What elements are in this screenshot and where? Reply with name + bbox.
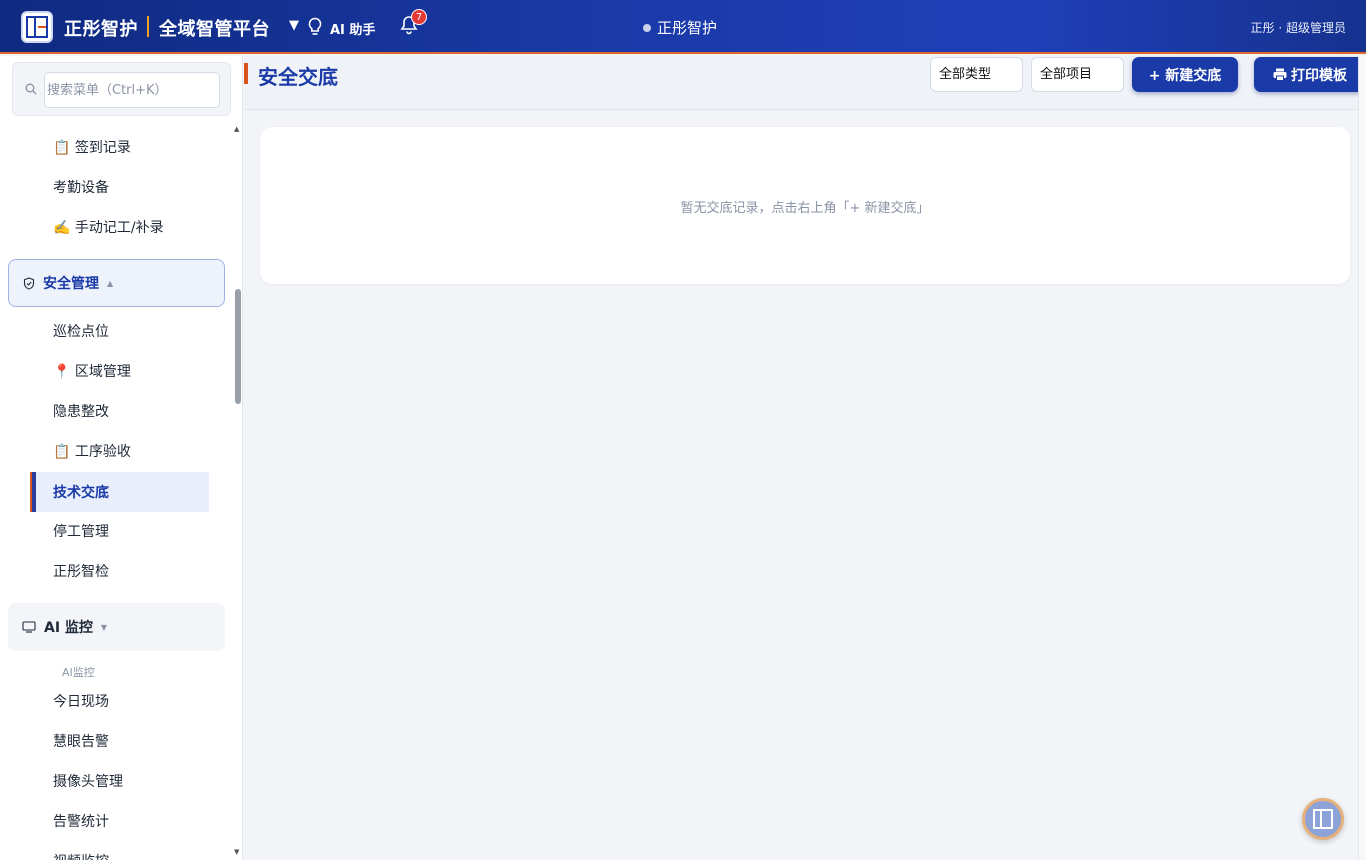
scrollbar-thumb[interactable]	[235, 289, 241, 404]
menu-search	[12, 62, 231, 116]
top-bar: 正彤智护 全域智管平台 ▼ AI 助手 7 正彤智护 正彤 · 超级管理员	[0, 0, 1366, 54]
center-title-text: 正彤智护	[657, 19, 718, 37]
sidebar-item-attendance-devices[interactable]: 考勤设备	[53, 178, 109, 198]
brand-name: 正彤智护	[64, 19, 138, 40]
search-input[interactable]	[44, 72, 220, 108]
sidebar-item-tech-briefing[interactable]: 技术交底	[32, 472, 209, 512]
sidebar-item-patrol-points[interactable]: 巡检点位	[53, 322, 109, 342]
empty-state-message: 暂无交底记录，点击右上角「+ 新建交底」	[680, 201, 930, 216]
sidebar-group-ai-monitor[interactable]: AI 监控 ▼	[8, 603, 225, 651]
print-template-label: 打印模板	[1291, 67, 1347, 84]
sidebar: 📋 签到记录 考勤设备 ✍️ 手动记工/补录 安全管理 ▲ 巡检点位 📍 区域管…	[0, 56, 243, 860]
print-template-button[interactable]: 打印模板	[1254, 57, 1366, 92]
notification-badge: 7	[411, 9, 427, 25]
project-filter-select[interactable]: 全部项目	[1031, 57, 1124, 92]
logo-mark-icon	[1313, 809, 1333, 829]
shield-icon	[23, 276, 35, 290]
sidebar-item-label: 技术交底	[53, 485, 109, 501]
center-title: 正彤智护	[643, 17, 717, 38]
briefing-list-card: 暂无交底记录，点击右上角「+ 新建交底」	[260, 127, 1350, 284]
brand-divider	[147, 16, 149, 37]
sidebar-item-process-acceptance[interactable]: 📋 工序验收	[53, 442, 131, 462]
type-filter-select[interactable]: 全部类型	[930, 57, 1023, 92]
page-scrollbar[interactable]	[1358, 56, 1366, 860]
new-briefing-label: + 新建交底	[1148, 67, 1222, 84]
sidebar-item-work-stoppage[interactable]: 停工管理	[53, 522, 109, 542]
sidebar-item-hazard-rectification[interactable]: 隐患整改	[53, 402, 109, 422]
platform-name: 全域智管平台	[159, 19, 270, 40]
floating-assistant-button[interactable]	[1302, 798, 1344, 840]
app-logo[interactable]	[21, 11, 53, 43]
sidebar-item-today-site[interactable]: 今日现场	[53, 692, 109, 712]
logo-mark-icon	[26, 16, 48, 38]
sidebar-item-camera-management[interactable]: 摄像头管理	[53, 772, 123, 792]
sidebar-section-label: AI监控	[62, 666, 95, 679]
sidebar-item-area-management[interactable]: 📍 区域管理	[53, 362, 131, 382]
chevron-up-icon: ▲	[107, 278, 114, 288]
sidebar-group-label: AI 监控	[44, 620, 93, 636]
scroll-down-icon[interactable]: ▼	[234, 848, 239, 856]
user-info[interactable]: 正彤 · 超级管理员	[1251, 19, 1346, 36]
sidebar-group-safety[interactable]: 安全管理 ▲	[8, 259, 225, 307]
sidebar-group-label: 安全管理	[43, 276, 99, 292]
chevron-down-icon: ▼	[100, 622, 108, 632]
ai-assistant-button[interactable]: AI 助手	[330, 19, 375, 38]
sidebar-item-smart-inspection[interactable]: 正彤智检	[53, 562, 109, 582]
sidebar-item-manual-timekeeping[interactable]: ✍️ 手动记工/补录	[53, 218, 164, 238]
title-accent-bar	[244, 63, 248, 84]
monitor-icon	[22, 621, 36, 633]
platform-dropdown-icon[interactable]: ▼	[289, 18, 299, 33]
sidebar-scrollbar[interactable]	[233, 126, 241, 860]
status-dot	[643, 23, 651, 32]
sidebar-item-alert-statistics[interactable]: 告警统计	[53, 812, 109, 832]
sidebar-item-video-monitoring[interactable]: 视频监控	[53, 852, 109, 860]
scroll-up-icon[interactable]: ▲	[234, 125, 239, 133]
page-title: 安全交底	[258, 65, 338, 89]
sidebar-item-checkin-records[interactable]: 📋 签到记录	[53, 138, 131, 158]
new-briefing-button[interactable]: + 新建交底	[1132, 57, 1238, 92]
search-icon	[25, 83, 37, 95]
lightbulb-icon[interactable]	[306, 17, 324, 37]
printer-icon	[1273, 68, 1287, 81]
sidebar-item-smart-alerts[interactable]: 慧眼告警	[53, 732, 109, 752]
